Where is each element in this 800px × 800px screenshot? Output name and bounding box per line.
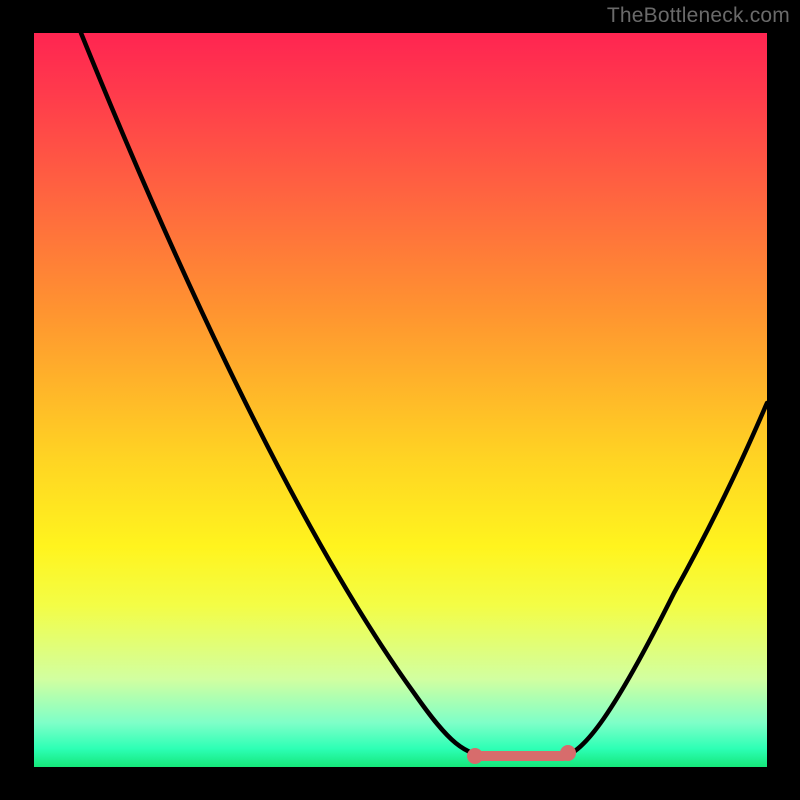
flat-region-start-marker [467, 748, 483, 764]
flat-region-end-marker [560, 745, 576, 761]
plot-area [34, 33, 767, 767]
bottleneck-curve [34, 33, 767, 767]
curve-path [81, 33, 767, 757]
watermark-text: TheBottleneck.com [607, 4, 790, 28]
chart-frame: TheBottleneck.com [0, 0, 800, 800]
